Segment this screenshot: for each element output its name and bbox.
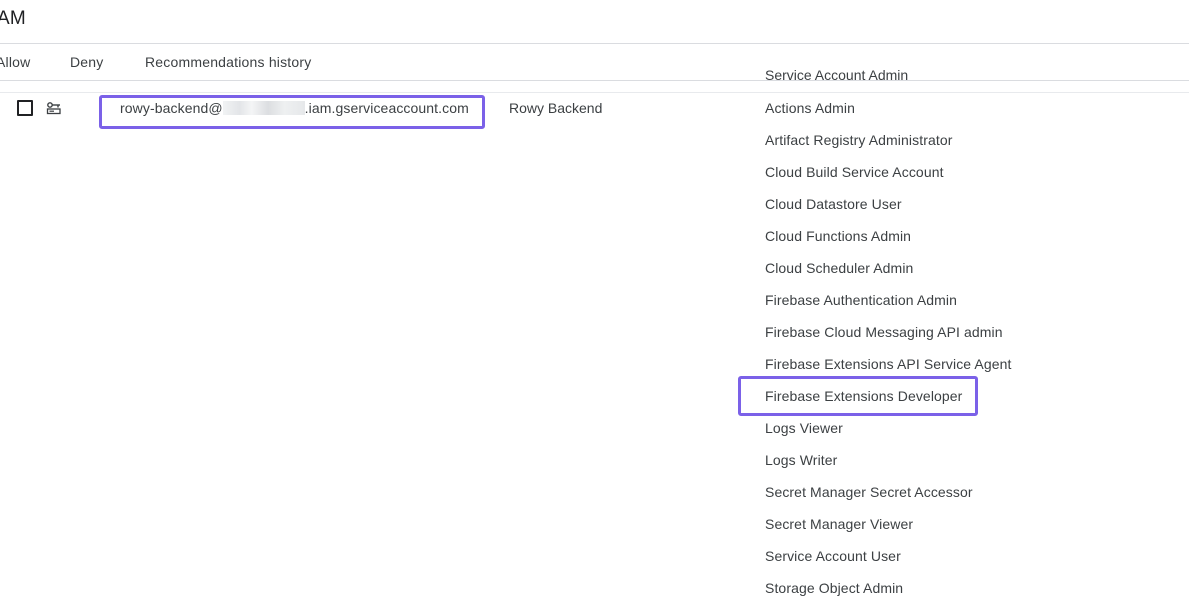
- policy-tabs: Allow Deny Recommendations history: [0, 44, 1189, 81]
- role-item: Storage Object Admin: [765, 580, 904, 596]
- role-list: Actions Admin Artifact Registry Administ…: [765, 100, 1012, 612]
- principal-email-suffix: .iam.gserviceaccount.com: [304, 100, 469, 116]
- page-header: AM: [0, 0, 1189, 44]
- role-item: Artifact Registry Administrator: [765, 132, 953, 148]
- role-item: Service Account User: [765, 548, 901, 564]
- tab-deny[interactable]: Deny: [70, 54, 103, 70]
- role-item: Firebase Authentication Admin: [765, 292, 958, 308]
- page-title: AM: [0, 8, 26, 29]
- row-divider: [0, 92, 1189, 93]
- role-item: Cloud Functions Admin: [765, 228, 912, 244]
- role-item: Cloud Scheduler Admin: [765, 260, 914, 276]
- principal-email-prefix: rowy-backend@: [120, 100, 223, 116]
- role-item-clipped: Service Account Admin: [765, 67, 909, 83]
- principal-name: Rowy Backend: [509, 100, 603, 116]
- role-item: Firebase Cloud Messaging API admin: [765, 324, 1003, 340]
- tab-allow[interactable]: Allow: [0, 54, 30, 70]
- role-item: Logs Viewer: [765, 420, 843, 436]
- principal-email: rowy-backend@ .iam.gserviceaccount.com: [120, 100, 469, 116]
- role-item: Actions Admin: [765, 100, 856, 116]
- role-item: Secret Manager Secret Accessor: [765, 484, 973, 500]
- role-item: Cloud Datastore User: [765, 196, 902, 212]
- redacted-project-id: [222, 101, 305, 115]
- tab-recommendations-history[interactable]: Recommendations history: [145, 54, 311, 70]
- role-item: Logs Writer: [765, 452, 838, 468]
- role-item-highlighted: Firebase Extensions Developer: [765, 388, 963, 404]
- service-account-icon: [46, 102, 61, 115]
- role-item: Firebase Extensions API Service Agent: [765, 356, 1012, 372]
- role-item: Cloud Build Service Account: [765, 164, 944, 180]
- role-item: Secret Manager Viewer: [765, 516, 914, 532]
- row-select-checkbox[interactable]: [17, 100, 33, 116]
